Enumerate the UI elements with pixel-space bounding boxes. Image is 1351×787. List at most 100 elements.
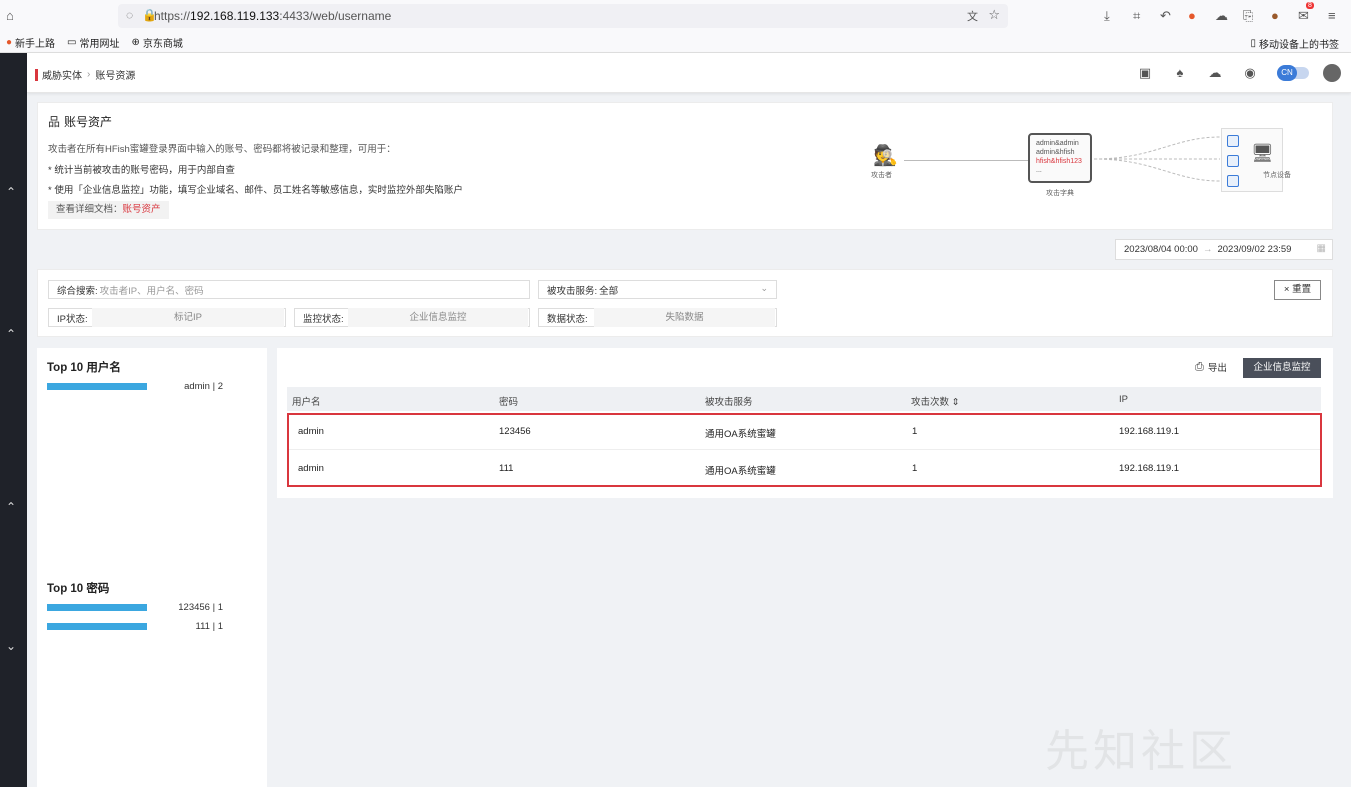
lock-icon: 🔒 [142,8,157,22]
password-bar [47,623,147,630]
search-input[interactable]: 综合搜索: 攻击者IP、用户名、密码 [48,280,530,299]
top-usernames-title: Top 10 用户名 [47,362,121,374]
chevron-up-icon[interactable]: ⌃ [6,185,16,199]
date-start: 2023/08/04 00:00 [1124,244,1198,255]
column-header-sortable[interactable]: 攻击次数 ⇕ [911,394,960,408]
chevron-up-icon[interactable]: ⌃ [6,327,16,341]
bookmark-common[interactable]: ▭ 常用网址 [67,35,119,50]
page-title: 品 账号资产 [48,115,113,129]
shield-icon: ◌ [126,8,134,22]
book-icon[interactable]: ▣ [1136,64,1154,82]
filter-panel: 综合搜索: 攻击者IP、用户名、密码 被攻击服务: 全部 ⌄ IP状态: 标记I… [37,269,1333,337]
language-label: CN [1277,65,1297,81]
folder-icon: ▭ [67,36,77,48]
table-row[interactable]: admin 111 通用OA系统蜜罐 1 192.168.119.1 [287,450,1321,487]
notification-icon[interactable]: ✉ 8 [1298,2,1314,24]
data-status-value[interactable]: 失陷数据 [594,308,775,327]
username-stat: admin | 2 [184,381,223,392]
chevron-down-icon: ⌄ [760,283,768,293]
chevron-up-icon[interactable]: ⌃ [6,500,16,514]
language-toggle[interactable]: CN [1277,65,1309,81]
monitor-status-value[interactable]: 企业信息监控 [348,308,528,327]
date-range-picker[interactable]: 2023/08/04 00:00 → 2023/09/02 23:59 ▦ [1115,239,1333,260]
arrow-right-icon: → [1202,244,1213,255]
app-header: 威胁实体 › 账号资源 ▣ ♠ ☁ ◉ CN [27,53,1351,93]
export-button[interactable]: ⎙ 导出 [1195,360,1227,375]
username-bar [47,383,147,390]
calendar-icon: ▦ [1316,243,1326,254]
node-icon [1227,155,1239,167]
breadcrumb: 威胁实体 › 账号资源 [35,67,135,82]
table-header: 用户名 密码 被攻击服务 攻击次数 ⇕ IP [287,387,1321,411]
dictionary-box: admin&admin admin&hfish hfish&hfish123 .… [1028,133,1092,183]
password-stat: 111 | 1 [195,621,224,632]
rocket-icon[interactable]: ♠ [1171,64,1189,82]
folder-icon: ▯ [1250,38,1256,49]
share-icon[interactable]: ⎘ [1243,8,1253,24]
attacker-label: 攻击者 [871,172,892,179]
cell-ip: 192.168.119.1 [1119,426,1180,437]
monitor-icon: 🖥 [1251,143,1274,163]
info-bullet-1: * 统计当前被攻击的账号密码，用于内部自查 [48,165,235,176]
ip-status-value[interactable]: 标记IP [92,308,284,327]
undo-icon[interactable]: ↶ [1160,8,1171,24]
table-row[interactable]: admin 123456 通用OA系统蜜罐 1 192.168.119.1 [287,413,1321,450]
top-passwords-title: Top 10 密码 [47,583,110,595]
header-actions: ▣ ♠ ☁ ◉ CN [1119,64,1341,82]
table-panel: ⎙ 导出 企业信息监控 用户名 密码 被攻击服务 攻击次数 ⇕ IP admin… [277,348,1333,498]
cloud-icon[interactable]: ☁ [1215,8,1228,24]
dictionary-label: 攻击字典 [1046,190,1074,197]
node-label: 节点设备 [1263,172,1291,179]
star-icon[interactable]: ☆ [988,7,1000,23]
extension-icon[interactable]: ● [1188,8,1196,23]
diagram-connector [904,160,1028,161]
avatar[interactable] [1323,64,1341,82]
globe-icon: ⊕ [131,36,140,48]
column-header: IP [1119,394,1128,405]
breadcrumb-current: 账号资源 [95,71,136,82]
breadcrumb-separator: › [87,69,91,80]
notification-badge: 8 [1306,2,1314,9]
menu-icon[interactable]: ≡ [1328,8,1336,23]
home-icon[interactable]: ⌂ [6,8,14,23]
attacker-icon: 🕵 [873,145,898,167]
sitemap-icon: 品 [48,115,61,129]
cookie-icon[interactable]: ● [1271,8,1279,23]
date-end: 2023/09/02 23:59 [1217,244,1292,255]
cell-username: admin [298,463,324,474]
diagram-arrows [1094,136,1221,182]
url-text: https://192.168.119.133:4433/web/usernam… [154,9,392,23]
translate-icon[interactable]: ⽂ [967,8,978,24]
breadcrumb-accent [35,68,38,81]
settings-icon[interactable]: ◉ [1241,64,1259,82]
reset-button[interactable]: × 重置 [1274,280,1321,300]
cell-ip: 192.168.119.1 [1119,463,1180,474]
column-header: 被攻击服务 [705,397,753,408]
node-icon [1227,175,1239,187]
doc-link-button[interactable]: 查看详细文档：账号资产 [48,201,169,219]
address-bar[interactable]: ◌ 🔒 https://192.168.119.133:4433/web/use… [118,4,1008,28]
column-header: 密码 [499,397,519,408]
password-bar [47,604,147,611]
firefox-icon: ● [6,36,13,48]
download-icon[interactable]: ⤓ [1104,8,1110,24]
cell-username: admin [298,426,324,437]
enterprise-monitor-button[interactable]: 企业信息监控 [1243,358,1321,378]
breadcrumb-parent[interactable]: 威胁实体 [42,67,82,82]
bookmark-newbie[interactable]: ● 新手上路 [6,35,55,50]
chevron-down-icon[interactable]: ⌄ [6,639,16,653]
export-icon: ⎙ [1195,360,1204,373]
crop-icon[interactable]: ⌗ [1133,8,1140,24]
info-bullet-2: * 使用「企业信息监控」功能，填写企业域名、邮件、员工姓名等敏感信息，实时监控外… [48,185,463,196]
password-stat: 123456 | 1 [178,602,223,613]
info-panel: 品 账号资产 攻击者在所有HFish蜜罐登录界面中输入的账号、密码都将被记录和整… [37,102,1333,230]
info-description: 攻击者在所有HFish蜜罐登录界面中输入的账号、密码都将被记录和整理，可用于： [48,144,396,155]
cell-attack-count: 1 [912,426,918,437]
cell-password: 123456 [499,426,531,437]
wechat-icon[interactable]: ☁ [1206,64,1224,82]
browser-toolbar: ⌂ ◌ 🔒 https://192.168.119.133:4433/web/u… [0,0,1351,32]
bookmark-mobile[interactable]: ▯ 移动设备上的书签 [1250,36,1339,51]
bookmark-jd[interactable]: ⊕ 京东商城 [132,35,183,50]
column-header: 用户名 [292,397,321,408]
service-select[interactable]: 被攻击服务: 全部 ⌄ [538,280,777,299]
